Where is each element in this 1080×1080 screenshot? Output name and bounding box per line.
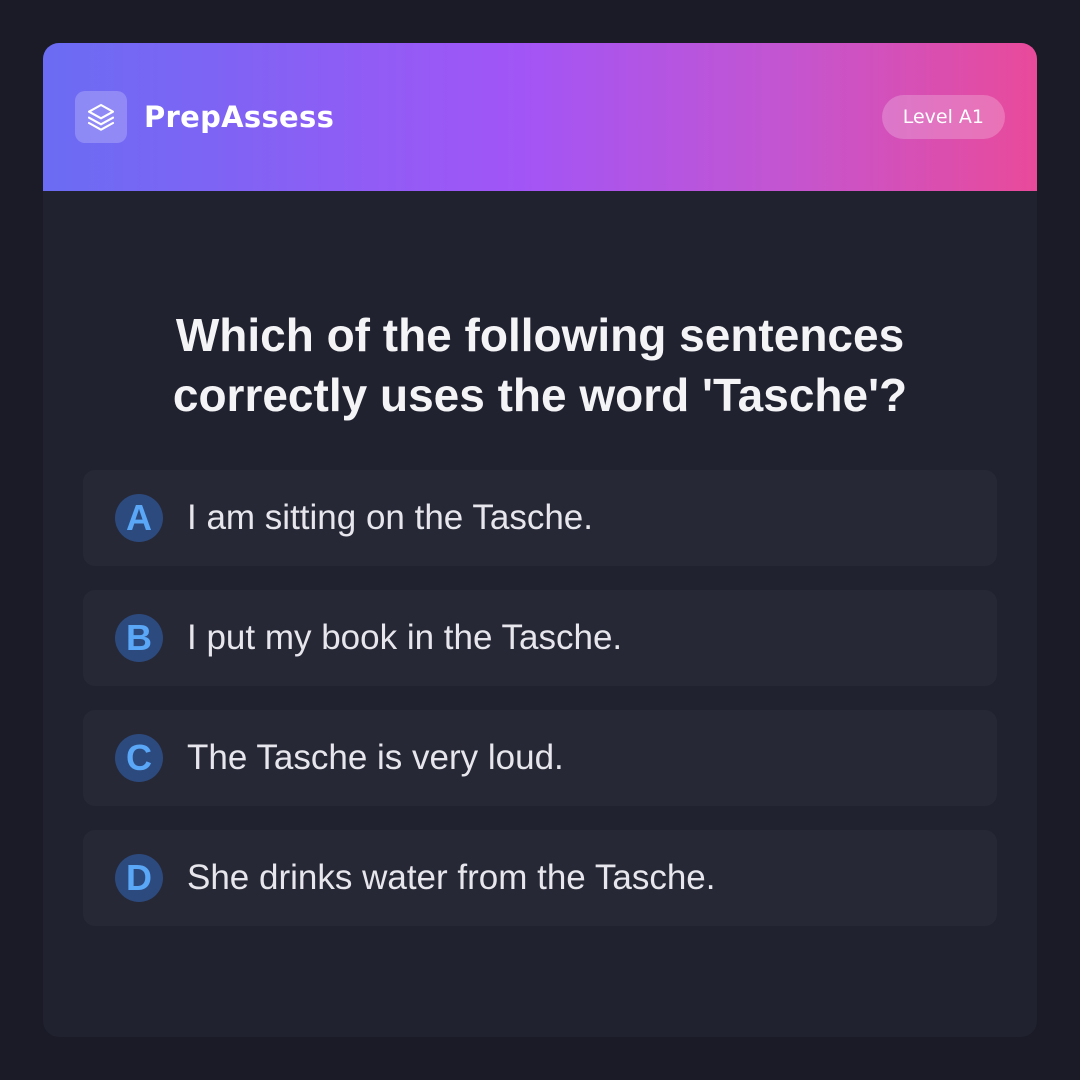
option-b[interactable]: B I put my book in the Tasche.	[83, 590, 997, 686]
level-badge: Level A1	[881, 95, 1005, 139]
answer-options: A I am sitting on the Tasche. B I put my…	[83, 470, 997, 950]
layers-icon	[75, 91, 127, 143]
option-text: I put my book in the Tasche.	[187, 618, 623, 657]
brand: PrepAssess	[75, 91, 334, 143]
option-text: The Tasche is very loud.	[187, 738, 564, 777]
quiz-card: PrepAssess Level A1 Which of the followi…	[43, 43, 1037, 1037]
question-text: Which of the following sentences correct…	[172, 309, 908, 421]
header-bar: PrepAssess Level A1	[43, 43, 1037, 191]
option-c[interactable]: C The Tasche is very loud.	[83, 710, 997, 806]
app-name: PrepAssess	[144, 100, 335, 134]
option-letter-badge: B	[115, 614, 163, 662]
option-text: She drinks water from the Tasche.	[187, 858, 716, 897]
option-d[interactable]: D She drinks water from the Tasche.	[83, 830, 997, 926]
option-letter-badge: C	[115, 734, 163, 782]
option-a[interactable]: A I am sitting on the Tasche.	[83, 470, 997, 566]
option-letter-badge: A	[115, 494, 163, 542]
option-text: I am sitting on the Tasche.	[187, 498, 593, 537]
option-letter-badge: D	[115, 854, 163, 902]
